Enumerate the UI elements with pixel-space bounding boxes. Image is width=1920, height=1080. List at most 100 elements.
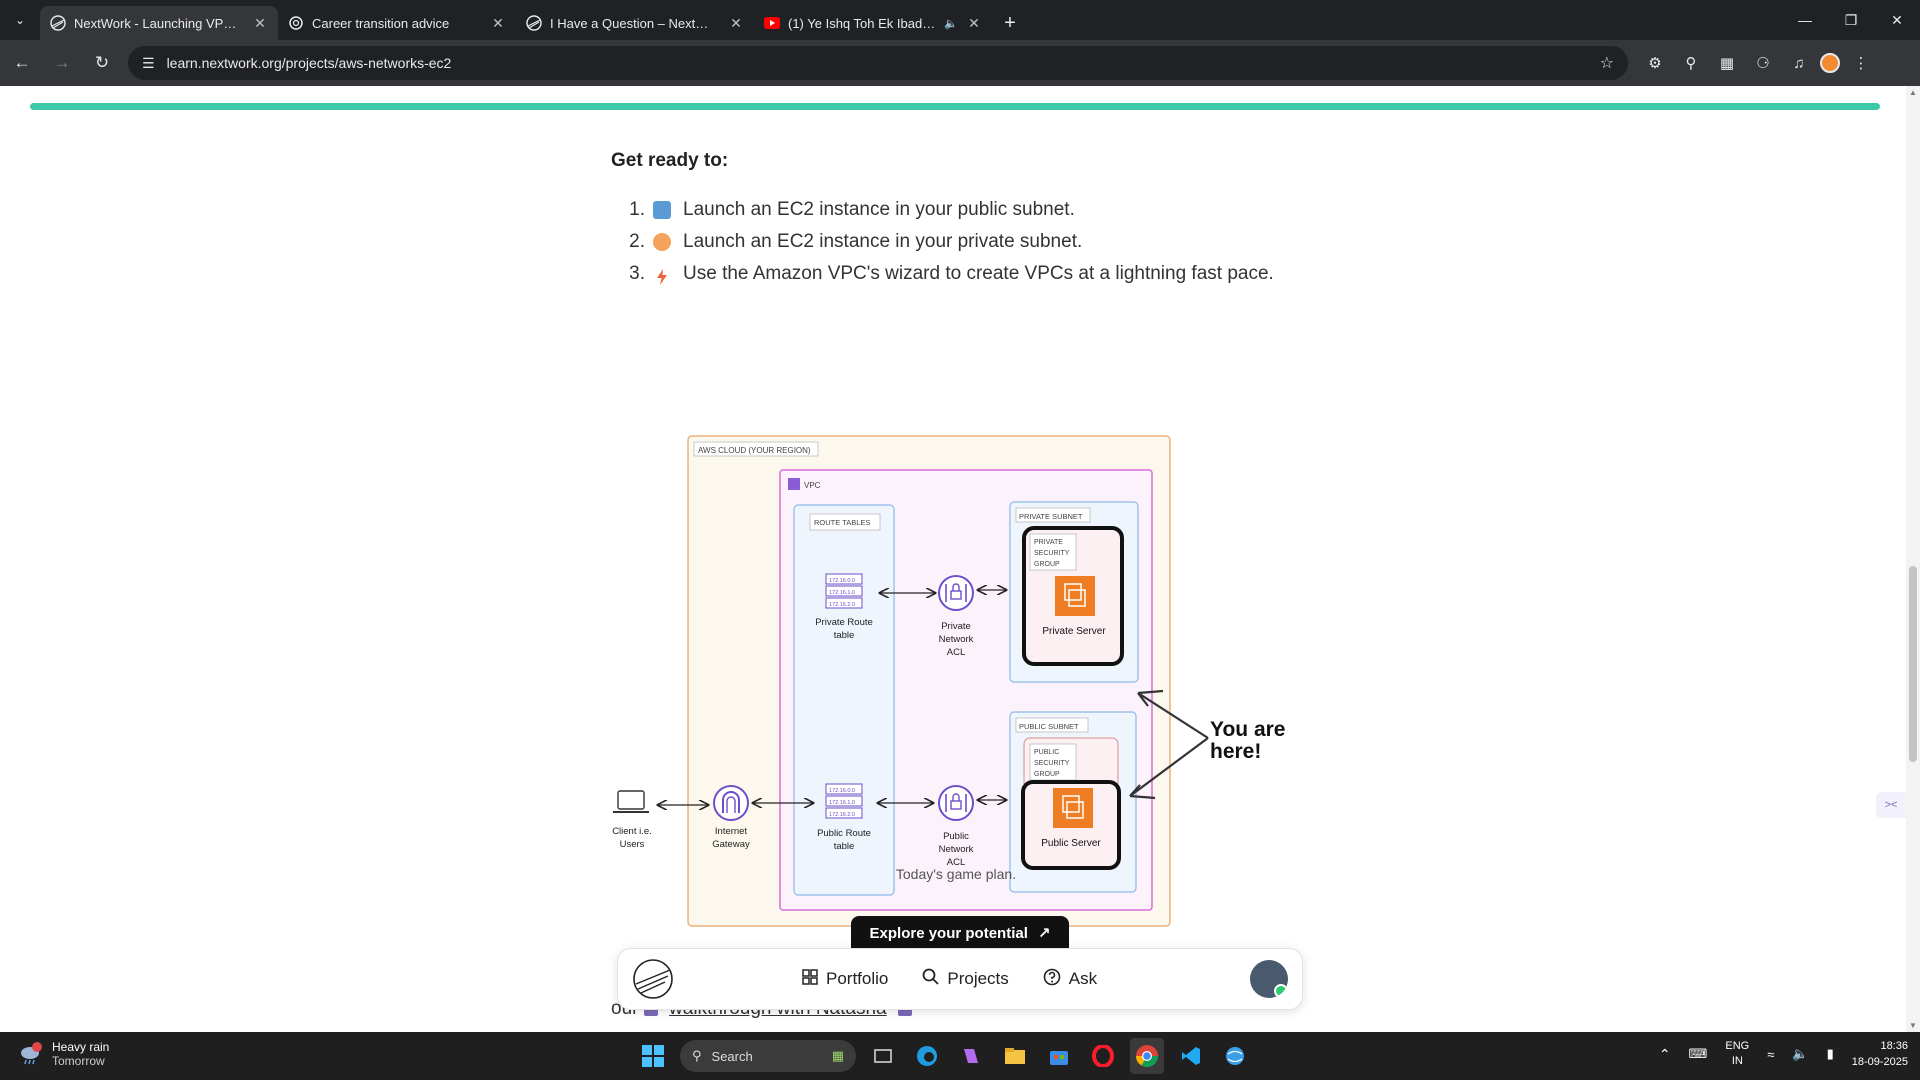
tab-search-button[interactable]: ⌄ bbox=[0, 0, 40, 40]
svg-text:GROUP: GROUP bbox=[1034, 771, 1060, 778]
tab-question[interactable]: I Have a Question – NextWork C ✕ bbox=[516, 6, 754, 40]
minimize-icon[interactable]: — bbox=[1782, 0, 1828, 40]
reload-icon[interactable]: ↻ bbox=[84, 45, 120, 81]
close-tab-icon[interactable]: ✕ bbox=[728, 15, 744, 32]
copilot-icon[interactable] bbox=[954, 1038, 988, 1074]
translate-icon[interactable]: ⚆ bbox=[1748, 48, 1778, 78]
step-text: Launch an EC2 instance in your private s… bbox=[683, 231, 1083, 252]
close-tab-icon[interactable]: ✕ bbox=[252, 15, 268, 32]
explore-label: Explore your potential bbox=[869, 924, 1028, 942]
laptop-icon bbox=[613, 790, 649, 813]
nextwork-logo-icon[interactable] bbox=[632, 958, 674, 1000]
battery-icon[interactable]: ▮ bbox=[1827, 1046, 1834, 1062]
file-explorer-icon[interactable] bbox=[998, 1038, 1032, 1074]
language-indicator[interactable]: ENG IN bbox=[1725, 1039, 1749, 1069]
globe-app-icon[interactable] bbox=[1218, 1038, 1252, 1074]
svg-text:PRIVATE: PRIVATE bbox=[1034, 539, 1063, 546]
restore-icon[interactable]: ❐ bbox=[1828, 0, 1874, 40]
list-number: 2. bbox=[629, 231, 645, 252]
lang-primary: ENG bbox=[1725, 1040, 1750, 1052]
reading-progress-bar bbox=[30, 103, 1880, 110]
location-icon[interactable]: ⚲ bbox=[1676, 48, 1706, 78]
scrollbar-thumb[interactable] bbox=[1909, 566, 1917, 762]
svg-text:Internet: Internet bbox=[715, 826, 748, 837]
list-item: 3. Use the Amazon VPC's wizard to create… bbox=[611, 258, 1411, 290]
architecture-diagram: AWS CLOUD (YOUR REGION) VPC ROUTE TABLES… bbox=[612, 435, 1285, 927]
callout-line-1: You are bbox=[1210, 718, 1285, 741]
scroll-down-icon[interactable]: ▼ bbox=[1909, 1021, 1917, 1030]
list-number: 1. bbox=[629, 199, 645, 220]
taskbar-search[interactable]: ⚲ Search ▦ bbox=[680, 1040, 856, 1072]
lightning-emoji-icon bbox=[653, 265, 671, 285]
svg-text:172.16.0.0: 172.16.0.0 bbox=[829, 578, 855, 584]
ask-link[interactable]: Ask bbox=[1043, 968, 1097, 991]
user-avatar[interactable] bbox=[1250, 960, 1288, 998]
qr-code-icon[interactable]: ▦ bbox=[1712, 48, 1742, 78]
projects-link[interactable]: Projects bbox=[922, 968, 1009, 991]
task-view-icon[interactable] bbox=[866, 1038, 900, 1074]
svg-text:Network: Network bbox=[939, 634, 974, 645]
public-route-table-icon: 172.16.0.0 172.16.1.0 172.16.2.0 bbox=[825, 783, 863, 819]
clock[interactable]: 18:36 18-09-2025 bbox=[1852, 1038, 1908, 1070]
floating-nav-bar: Portfolio Projects Ask bbox=[617, 948, 1303, 1010]
tab-career[interactable]: Career transition advice ✕ bbox=[278, 6, 516, 40]
chevron-up-icon[interactable]: ⌃ bbox=[1659, 1046, 1671, 1063]
search-highlight-icon: ▦ bbox=[831, 1048, 844, 1063]
opera-icon[interactable] bbox=[1086, 1038, 1120, 1074]
browser-toolbar: ← → ↻ ☰ learn.nextwork.org/projects/aws-… bbox=[0, 40, 1920, 86]
tab-strip: ⌄ NextWork - Launching VPC Res ✕ Career … bbox=[0, 0, 1920, 40]
edge-icon[interactable] bbox=[910, 1038, 944, 1074]
address-bar[interactable]: ☰ learn.nextwork.org/projects/aws-networ… bbox=[128, 46, 1628, 80]
svg-text:Public Route: Public Route bbox=[817, 828, 871, 839]
svg-text:PRIVATE SUBNET: PRIVATE SUBNET bbox=[1019, 512, 1083, 521]
svg-text:Users: Users bbox=[620, 839, 645, 850]
bookmark-star-icon[interactable]: ☆ bbox=[1600, 53, 1614, 73]
store-icon[interactable] bbox=[1042, 1038, 1076, 1074]
media-control-icon[interactable]: ♫ bbox=[1784, 48, 1814, 78]
chrome-icon[interactable] bbox=[1130, 1038, 1164, 1074]
wifi-icon[interactable]: ≈ bbox=[1767, 1047, 1774, 1062]
profile-avatar-icon[interactable] bbox=[1820, 53, 1840, 73]
vscode-icon[interactable] bbox=[1174, 1038, 1208, 1074]
arrow-up-right-icon: ↗ bbox=[1037, 925, 1051, 942]
article-content: Get ready to: 1. Launch an EC2 instance … bbox=[611, 150, 1411, 290]
callout-line-2: here! bbox=[1210, 740, 1261, 763]
svg-text:172.16.1.0: 172.16.1.0 bbox=[829, 800, 855, 806]
youtube-favicon-icon bbox=[764, 15, 780, 31]
step-text: Use the Amazon VPC's wizard to create VP… bbox=[683, 263, 1274, 284]
svg-text:GROUP: GROUP bbox=[1034, 561, 1060, 568]
forward-icon[interactable]: → bbox=[44, 45, 80, 81]
ec2-public-icon bbox=[1053, 788, 1093, 828]
back-icon[interactable]: ← bbox=[4, 45, 40, 81]
weather-widget[interactable]: Heavy rain Tomorrow bbox=[18, 1040, 109, 1068]
extensions-icon[interactable]: ⚙ bbox=[1640, 48, 1670, 78]
svg-text:172.16.0.0: 172.16.0.0 bbox=[829, 788, 855, 794]
scroll-up-icon[interactable]: ▲ bbox=[1909, 88, 1917, 97]
svg-text:SECURITY: SECURITY bbox=[1034, 550, 1070, 557]
keyboard-icon[interactable]: ⌨ bbox=[1689, 1046, 1708, 1062]
new-tab-button[interactable]: + bbox=[992, 6, 1028, 40]
portfolio-link[interactable]: Portfolio bbox=[802, 968, 888, 991]
private-route-table-icon: 172.16.0.0 172.16.1.0 172.16.2.0 bbox=[825, 573, 863, 609]
svg-text:172.16.1.0: 172.16.1.0 bbox=[829, 590, 855, 596]
svg-text:Gateway: Gateway bbox=[712, 839, 750, 850]
explore-potential-button[interactable]: Explore your potential ↗ bbox=[851, 916, 1069, 950]
cloud-label: AWS CLOUD (YOUR REGION) bbox=[698, 446, 811, 455]
projects-label: Projects bbox=[947, 969, 1009, 988]
site-info-icon[interactable]: ☰ bbox=[142, 55, 155, 72]
close-window-icon[interactable]: ✕ bbox=[1874, 0, 1920, 40]
clock-date: 18-09-2025 bbox=[1851, 1056, 1908, 1068]
volume-icon[interactable]: 🔈 bbox=[1792, 1046, 1808, 1062]
menu-dots-icon[interactable]: ⋮ bbox=[1846, 48, 1876, 78]
list-number: 3. bbox=[629, 263, 645, 284]
close-tab-icon[interactable]: ✕ bbox=[966, 15, 982, 32]
speaker-icon[interactable]: 🔈 bbox=[944, 17, 958, 30]
close-tab-icon[interactable]: ✕ bbox=[490, 15, 506, 32]
tab-nextwork[interactable]: NextWork - Launching VPC Res ✕ bbox=[40, 6, 278, 40]
page-scrollbar[interactable]: ▲ ▼ bbox=[1906, 86, 1920, 1032]
windows-start-icon[interactable] bbox=[636, 1038, 670, 1074]
side-panel-toggle-icon[interactable]: >< bbox=[1876, 792, 1906, 818]
tab-youtube[interactable]: (1) Ye Ishq Toh Ek Ibadat Ha 🔈 ✕ bbox=[754, 6, 992, 40]
svg-text:SECURITY: SECURITY bbox=[1034, 760, 1070, 767]
list-item: 1. Launch an EC2 instance in your public… bbox=[611, 194, 1411, 226]
